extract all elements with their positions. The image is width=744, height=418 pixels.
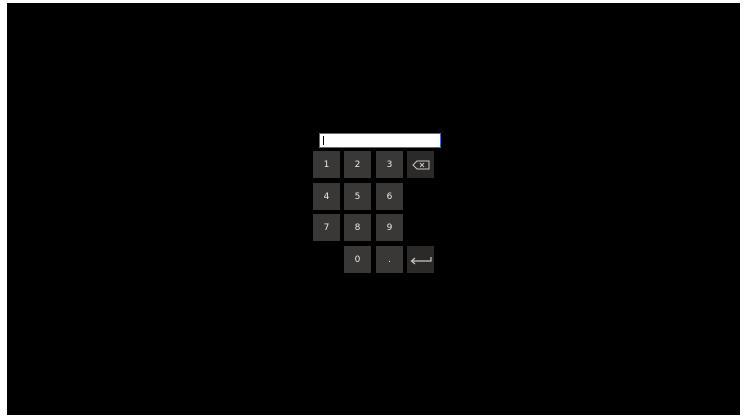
- key-5-label: 5: [354, 191, 361, 202]
- key-decimal-label: .: [388, 254, 391, 265]
- enter-button[interactable]: [407, 246, 434, 273]
- key-8-label: 8: [354, 222, 361, 233]
- key-3[interactable]: 3: [376, 151, 403, 178]
- key-1[interactable]: 1: [313, 151, 340, 178]
- key-2[interactable]: 2: [344, 151, 371, 178]
- screen: 1 2 3 4 5 6 7 8 9 0 .: [7, 3, 740, 415]
- backspace-button[interactable]: [407, 151, 434, 178]
- key-4[interactable]: 4: [313, 183, 340, 210]
- key-9[interactable]: 9: [376, 214, 403, 241]
- key-7-label: 7: [323, 222, 330, 233]
- key-8[interactable]: 8: [344, 214, 371, 241]
- numeric-entry-field[interactable]: [319, 133, 441, 148]
- key-7[interactable]: 7: [313, 214, 340, 241]
- enter-icon: [409, 254, 433, 266]
- key-4-label: 4: [323, 191, 330, 202]
- key-5[interactable]: 5: [344, 183, 371, 210]
- key-9-label: 9: [386, 222, 393, 233]
- key-decimal[interactable]: .: [376, 246, 403, 273]
- key-3-label: 3: [386, 159, 393, 170]
- key-2-label: 2: [354, 159, 361, 170]
- key-0-label: 0: [354, 254, 361, 265]
- numeric-input[interactable]: [320, 134, 440, 147]
- key-1-label: 1: [323, 159, 330, 170]
- text-caret: [323, 136, 324, 145]
- key-6-label: 6: [386, 191, 393, 202]
- key-0[interactable]: 0: [344, 246, 371, 273]
- backspace-icon: [411, 160, 430, 170]
- key-6[interactable]: 6: [376, 183, 403, 210]
